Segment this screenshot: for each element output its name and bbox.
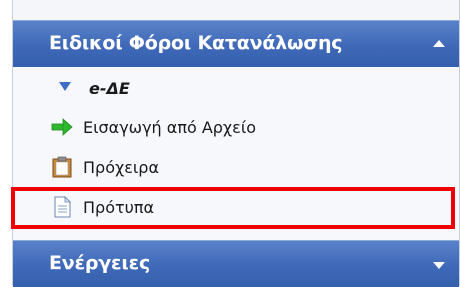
menu-item-e-de-label: e-ΔΕ <box>89 79 130 98</box>
triangle-down-icon <box>59 82 71 91</box>
excise-taxes-header[interactable]: Ειδικοί Φόροι Κατανάλωσης <box>13 20 459 67</box>
menu-item-e-de[interactable]: e-ΔΕ <box>13 69 459 107</box>
chevron-up-icon[interactable] <box>433 40 445 47</box>
chevron-down-icon[interactable] <box>433 262 445 269</box>
excise-taxes-title: Ειδικοί Φόροι Κατανάλωσης <box>49 32 343 54</box>
menu-item-templates[interactable]: Πρότυπα <box>13 188 459 226</box>
menu-item-drafts-label: Πρόχειρα <box>83 158 159 177</box>
menu-item-import-label: Εισαγωγή από Αρχείο <box>83 118 257 137</box>
document-icon <box>54 196 71 218</box>
clipboard-icon <box>52 156 72 178</box>
excise-taxes-menu: e-ΔΕ Εισαγωγή από Αρχείο Πρόχειρα Πρότυπ… <box>13 67 459 240</box>
arrow-right-icon <box>51 118 73 136</box>
menu-item-import-from-file[interactable]: Εισαγωγή από Αρχείο <box>13 108 459 146</box>
menu-item-drafts[interactable]: Πρόχειρα <box>13 148 459 186</box>
menu-item-templates-label: Πρότυπα <box>83 198 155 217</box>
actions-header[interactable]: Ενέργειες <box>13 240 459 287</box>
actions-title: Ενέργειες <box>49 252 151 274</box>
side-panel: Ειδικοί Φόροι Κατανάλωσης e-ΔΕ Εισαγωγή … <box>12 0 460 287</box>
